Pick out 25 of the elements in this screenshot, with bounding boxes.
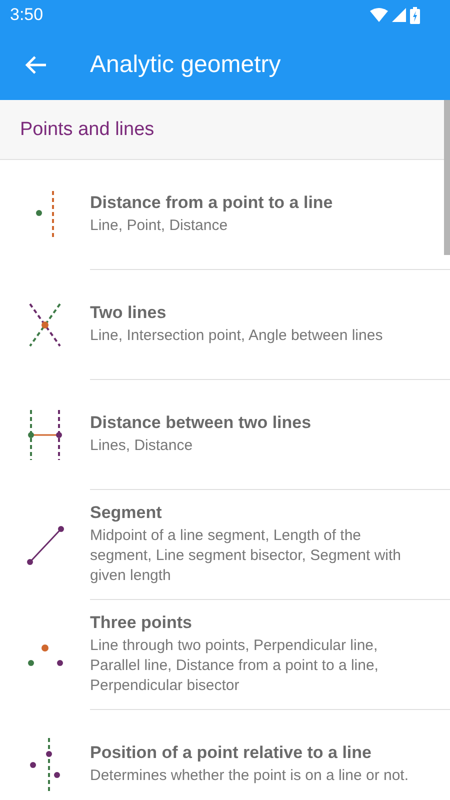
status-time: 3:50 xyxy=(10,5,44,25)
topic-title[interactable]: Two lines xyxy=(90,303,410,323)
topic-description: Line, Intersection point, Angle between lines xyxy=(90,326,384,346)
topic-title[interactable]: Distance between two lines xyxy=(90,413,410,433)
geometry-icon xyxy=(28,644,62,666)
topic-description: Line, Point, Distance xyxy=(90,216,229,236)
topic-description: Lines, Distance xyxy=(90,436,194,456)
topic-description: Determines whether the point is on a line or not. xyxy=(90,766,410,786)
screen-title: Analytic geometry xyxy=(90,51,281,79)
geometry-icon xyxy=(27,410,63,460)
geometry-icon xyxy=(35,190,55,240)
signal-icon xyxy=(392,8,406,22)
geometry-icon xyxy=(29,303,61,347)
geometry-icon xyxy=(30,738,60,792)
back-arrow-icon xyxy=(25,55,47,75)
topic-title[interactable]: Segment xyxy=(90,503,410,523)
topic-title[interactable]: Position of a point relative to a line xyxy=(90,743,410,763)
wifi-icon xyxy=(370,8,388,22)
geometry-icon xyxy=(26,526,64,564)
topic-title[interactable]: Three points xyxy=(90,613,410,633)
topic-description: Midpoint of a line segment, Length of the segment, Line segment bisector, Segment with given length xyxy=(90,526,402,586)
topic-title[interactable]: Distance from a point to a line xyxy=(90,193,410,213)
topic-description: Line through two points, Perpendicular line, Parallel line, Distance from a point to a line, Perpendicular bisector xyxy=(90,636,380,696)
battery-icon xyxy=(410,6,420,24)
section-title: Points and lines xyxy=(20,118,154,140)
